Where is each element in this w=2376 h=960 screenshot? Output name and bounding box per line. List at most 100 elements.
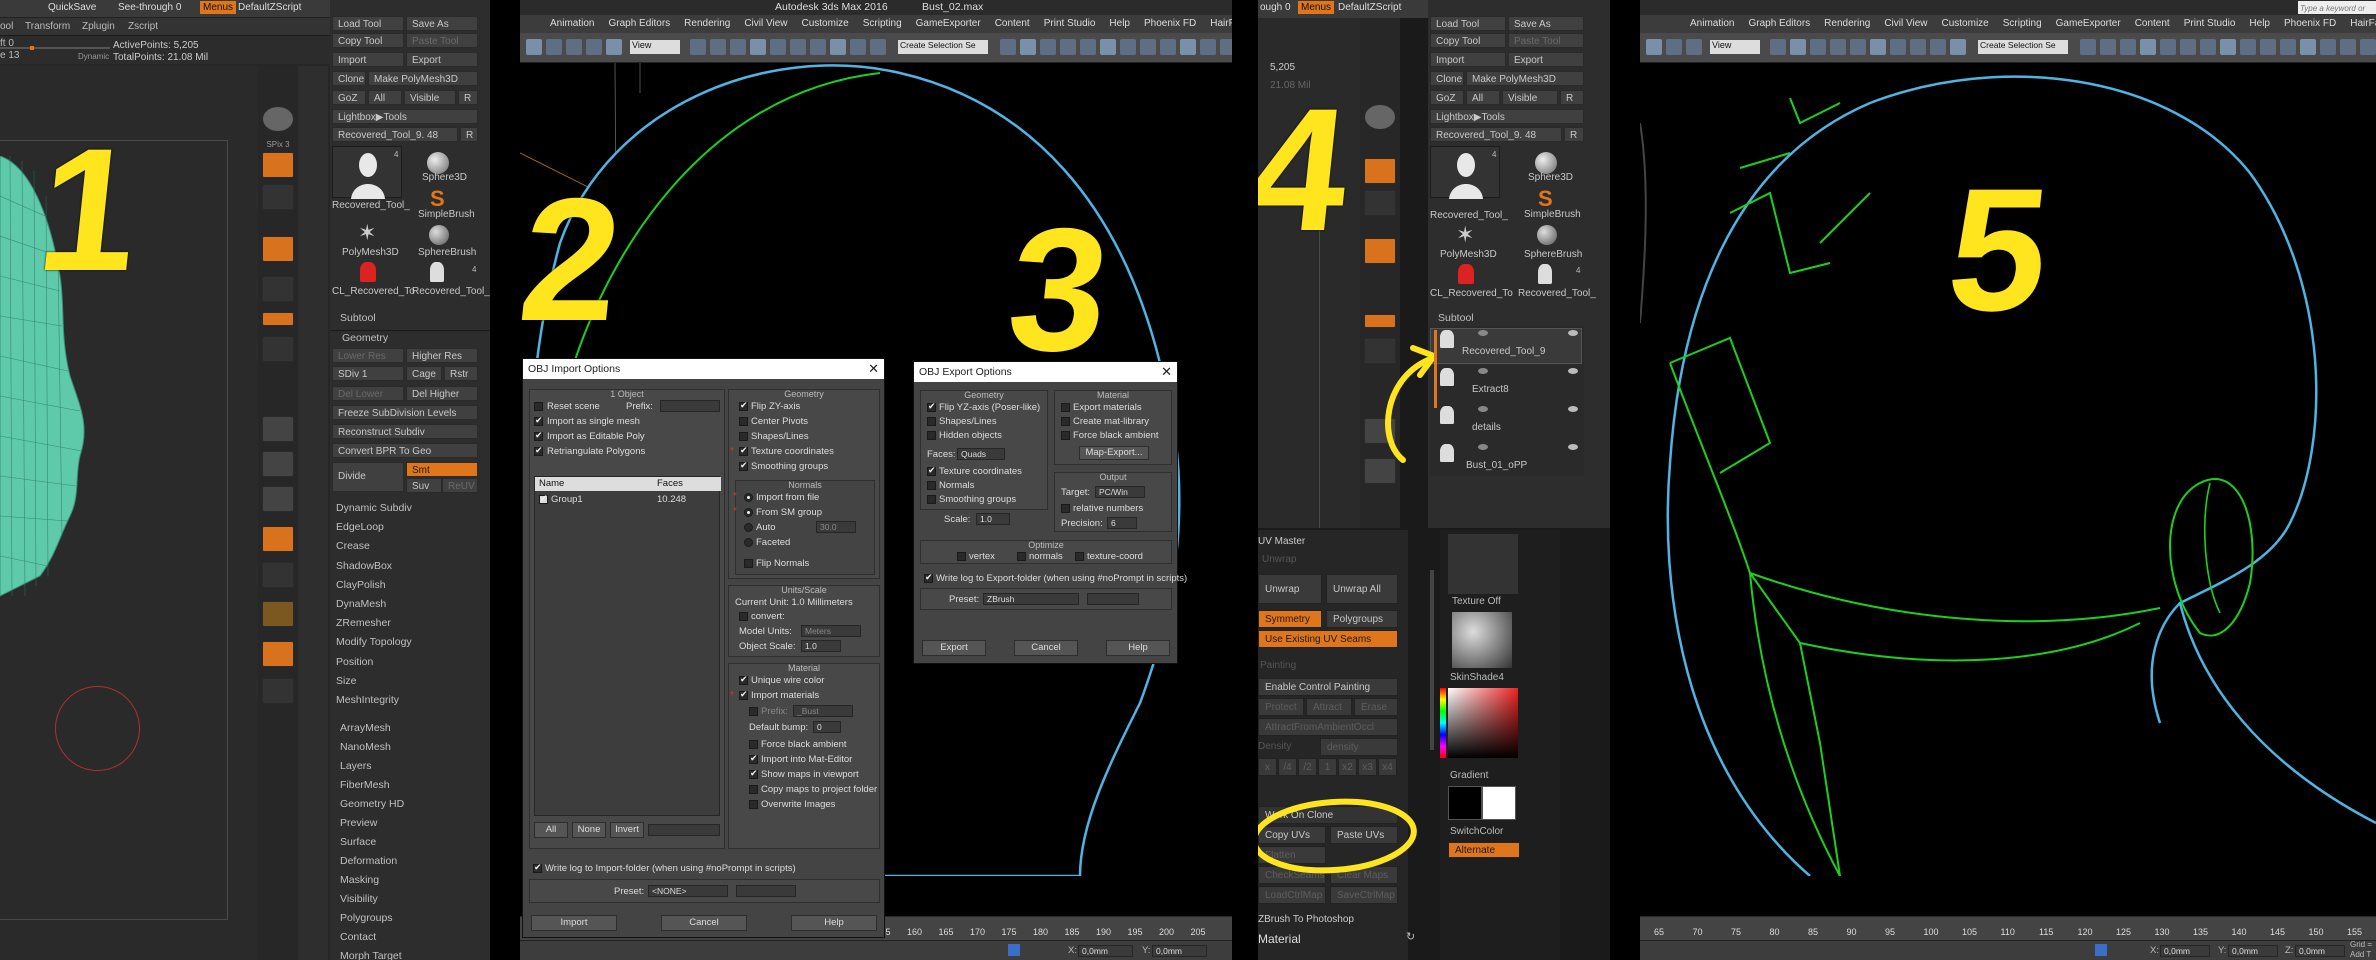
export-materials-checkbox[interactable]: [1061, 403, 1070, 412]
subtool-name[interactable]: Recovered_Tool_9: [1462, 346, 1545, 357]
group-list[interactable]: Name Faces Group1 10.248: [534, 476, 721, 816]
toolbar-tool-icon[interactable]: [2300, 39, 2316, 55]
max-menu-item[interactable]: Print Studio: [1044, 18, 1096, 29]
floor-icon[interactable]: [262, 184, 294, 210]
toolbar-tool-icon[interactable]: [2240, 39, 2256, 55]
max-menu-item[interactable]: HairFarm: [2350, 18, 2376, 29]
toolbar-tool-icon[interactable]: [870, 39, 886, 55]
toolbar-tool-icon[interactable]: [1160, 39, 1176, 55]
visible-button[interactable]: Visible: [1502, 90, 1558, 105]
tool-subpalette[interactable]: Morph Target: [340, 948, 402, 960]
toolbar-tool-icon[interactable]: [2220, 39, 2236, 55]
current-tool-slider[interactable]: Recovered_Tool_9. 48: [1430, 127, 1562, 142]
toolbar-tool-icon[interactable]: [1000, 39, 1016, 55]
geometry-subpalette[interactable]: MeshIntegrity: [336, 692, 399, 709]
export-texcoords-checkbox[interactable]: [927, 465, 936, 476]
uv-scrollbar[interactable]: [1430, 570, 1434, 750]
select-none-button[interactable]: None: [572, 822, 606, 838]
toolbar-tool-icon[interactable]: [810, 39, 826, 55]
toolbar-tool-icon[interactable]: [1200, 39, 1216, 55]
subtool-visibility-icon[interactable]: [1568, 444, 1578, 450]
unwrap-all-button[interactable]: Unwrap All: [1326, 574, 1398, 604]
zoom3d-icon[interactable]: [262, 451, 294, 477]
tool-subpalette[interactable]: Preview: [340, 815, 377, 832]
move-icon[interactable]: [262, 416, 294, 442]
tool-subpalette[interactable]: FiberMesh: [340, 777, 390, 794]
spherebrush-icon[interactable]: [1537, 225, 1557, 245]
import-help-button[interactable]: Help: [791, 915, 877, 931]
toolbar-tool-icon[interactable]: [1930, 39, 1946, 55]
spherebrush-icon[interactable]: [429, 225, 449, 245]
optimize-texcoord-checkbox[interactable]: [1075, 552, 1084, 561]
export-button[interactable]: Export: [406, 52, 478, 67]
suv-button[interactable]: Suv: [406, 478, 442, 493]
tool-subpalette[interactable]: Layers: [340, 758, 372, 775]
auto-angle-field[interactable]: 30.0: [816, 521, 856, 533]
optimize-normals-checkbox[interactable]: [1017, 552, 1026, 561]
view-dropdown[interactable]: View: [630, 40, 680, 54]
smt-button[interactable]: Smt: [406, 462, 478, 477]
lightbox-tools-button[interactable]: Lightbox▶Tools: [1430, 109, 1584, 124]
higher-res-button[interactable]: Higher Res: [406, 348, 478, 363]
r-button[interactable]: R: [1560, 90, 1584, 105]
max-menu-item[interactable]: Customize: [802, 18, 849, 29]
enable-control-painting-button[interactable]: Enable Control Painting: [1258, 678, 1398, 696]
subtool-toggle-icon[interactable]: [1478, 330, 1488, 336]
shapes-lines-checkbox[interactable]: [739, 432, 748, 441]
material-prefix-field[interactable]: _Bust: [793, 705, 853, 717]
toolbar-tool-icon[interactable]: [770, 39, 786, 55]
invert-button[interactable]: Invert: [610, 822, 644, 838]
symmetry-toggle[interactable]: Symmetry: [1258, 610, 1322, 628]
normals-faceted-radio[interactable]: [744, 538, 753, 547]
toolbar-tool-icon[interactable]: [1120, 39, 1136, 55]
tool-subpalette[interactable]: Geometry HD: [340, 796, 404, 813]
export-preset-dropdown[interactable]: ZBrush: [983, 593, 1079, 605]
r2-button[interactable]: R: [1564, 127, 1584, 142]
import-cancel-button[interactable]: Cancel: [661, 915, 747, 931]
toolbar-tool-icon[interactable]: [1100, 39, 1116, 55]
sdiv-slider[interactable]: SDiv 1: [332, 366, 404, 381]
max-menu-item[interactable]: Rendering: [1824, 18, 1870, 29]
group-row-checkbox[interactable]: [539, 493, 548, 504]
max-menu-item[interactable]: Graph Editors: [1748, 18, 1810, 29]
toolbar-tool-icon[interactable]: [1220, 39, 1232, 55]
clone-button[interactable]: Clone: [1430, 71, 1464, 86]
convert-checkbox[interactable]: [739, 612, 748, 621]
toolbar-tool-icon[interactable]: [1060, 39, 1076, 55]
refresh-icon[interactable]: ↻: [1406, 930, 1415, 943]
y-coordinate-field[interactable]: 0,0mm: [2228, 945, 2278, 957]
select-all-button[interactable]: All: [534, 822, 568, 838]
retriangulate-checkbox[interactable]: [534, 445, 543, 456]
export-button[interactable]: Export: [1508, 52, 1584, 67]
lightbox-tools-button[interactable]: Lightbox▶Tools: [332, 109, 478, 124]
view-dropdown[interactable]: View: [1710, 40, 1760, 54]
geometry-subpalette[interactable]: Dynamic Subdiv: [336, 500, 412, 517]
persp-icon[interactable]: [1364, 158, 1396, 184]
solo-icon[interactable]: [262, 641, 294, 667]
ghost-icon[interactable]: [262, 601, 294, 627]
toolbar-tool-icon[interactable]: [1020, 39, 1036, 55]
subtool-section[interactable]: Subtool: [1438, 310, 1474, 327]
tool-subpalette[interactable]: Masking: [340, 872, 379, 889]
selection-set-dropdown[interactable]: Create Selection Se: [898, 40, 988, 54]
toolbar-tool-icon[interactable]: [2100, 39, 2116, 55]
group-row-name[interactable]: Group1: [551, 494, 583, 505]
cl-recovered-icon[interactable]: [1458, 264, 1474, 284]
export-force-black-checkbox[interactable]: [1061, 431, 1070, 440]
editable-poly-checkbox[interactable]: [534, 430, 543, 441]
y-coordinate-field[interactable]: 0,0mm: [1152, 945, 1207, 957]
lsym-icon[interactable]: [262, 276, 294, 302]
load-tool-button[interactable]: Load Tool: [332, 16, 404, 31]
local-icon[interactable]: [1364, 238, 1396, 264]
seethrough-slider[interactable]: See-through 0: [118, 2, 181, 13]
toolbar-tool-icon[interactable]: [690, 39, 706, 55]
reconstruct-subdiv-button[interactable]: Reconstruct Subdiv: [332, 424, 478, 439]
load-ctrl-map-button[interactable]: LoadCtrlMap: [1258, 886, 1326, 904]
export-help-button[interactable]: Help: [1106, 640, 1170, 656]
toolbar-tool-icon[interactable]: [1890, 39, 1906, 55]
color-picker[interactable]: [1448, 688, 1518, 758]
freeze-subdiv-button[interactable]: Freeze SubDivision Levels: [332, 405, 478, 420]
polygroups-toggle[interactable]: Polygroups: [1326, 610, 1398, 628]
toolbar-tool-icon[interactable]: [1770, 39, 1786, 55]
main-color-swatch[interactable]: [1448, 786, 1482, 820]
